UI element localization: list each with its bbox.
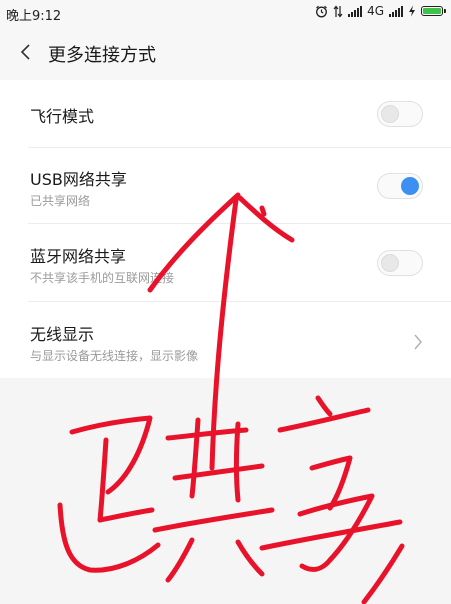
alarm-icon	[316, 5, 328, 17]
chevron-right-icon	[414, 334, 422, 350]
settings-list: 飞行模式 USB网络共享 已共享网络 蓝牙网络共享 不共享该手机的互联网连接 无…	[0, 80, 451, 378]
airplane-mode-toggle[interactable]	[377, 101, 423, 127]
page-title: 更多连接方式	[48, 45, 156, 66]
data-transfer-icon	[333, 5, 343, 17]
signal-icon	[348, 5, 363, 17]
bluetooth-tethering-toggle[interactable]	[377, 250, 423, 276]
status-bar: 晚上9:12 4G	[0, 0, 451, 26]
setting-subtitle: 与显示设备无线连接，显示影像	[30, 349, 199, 363]
battery-icon	[421, 6, 446, 16]
setting-airplane-mode[interactable]: 飞行模式	[0, 80, 451, 148]
signal-icon	[389, 5, 403, 17]
setting-subtitle: 不共享该手机的互联网连接	[30, 271, 175, 285]
setting-usb-tethering[interactable]: USB网络共享 已共享网络	[0, 148, 451, 224]
setting-title: 蓝牙网络共享	[30, 247, 127, 266]
setting-title: 无线显示	[30, 325, 95, 344]
chevron-left-icon[interactable]	[14, 40, 38, 64]
network-type: 4G	[367, 4, 384, 18]
charging-icon	[409, 5, 415, 17]
setting-subtitle: 已共享网络	[30, 194, 91, 208]
title-bar: 更多连接方式	[0, 26, 451, 80]
setting-bluetooth-tethering[interactable]: 蓝牙网络共享 不共享该手机的互联网连接	[0, 224, 451, 302]
setting-title: 飞行模式	[30, 107, 95, 126]
setting-title: USB网络共享	[30, 170, 127, 189]
usb-tethering-toggle[interactable]	[377, 173, 423, 199]
status-icons: 4G	[315, 4, 446, 18]
setting-wireless-display[interactable]: 无线显示 与显示设备无线连接，显示影像	[0, 302, 451, 378]
status-time: 晚上9:12	[6, 9, 62, 24]
